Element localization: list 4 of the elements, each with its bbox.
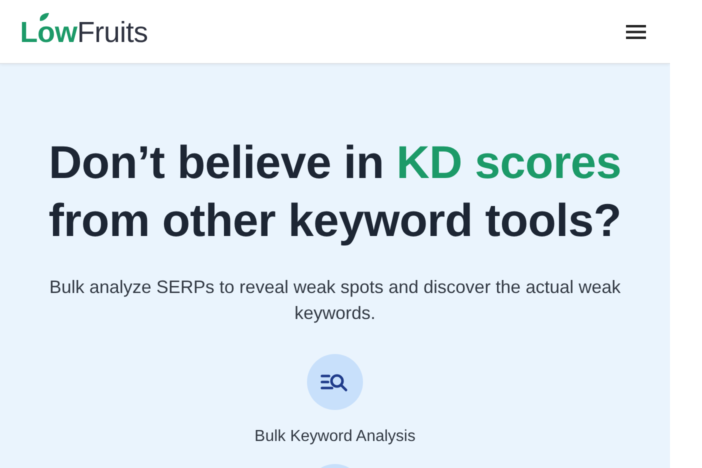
hero-headline: Don’t believe in KD scores from other keyword tools? [48,135,622,248]
feature-label: Bulk Keyword Analysis [254,428,416,446]
hero-subtitle: Bulk analyze SERPs to reveal weak spots and discover the actual weak keywords. [48,276,622,325]
lowfruits-logo[interactable]: LowFruits [20,12,148,51]
